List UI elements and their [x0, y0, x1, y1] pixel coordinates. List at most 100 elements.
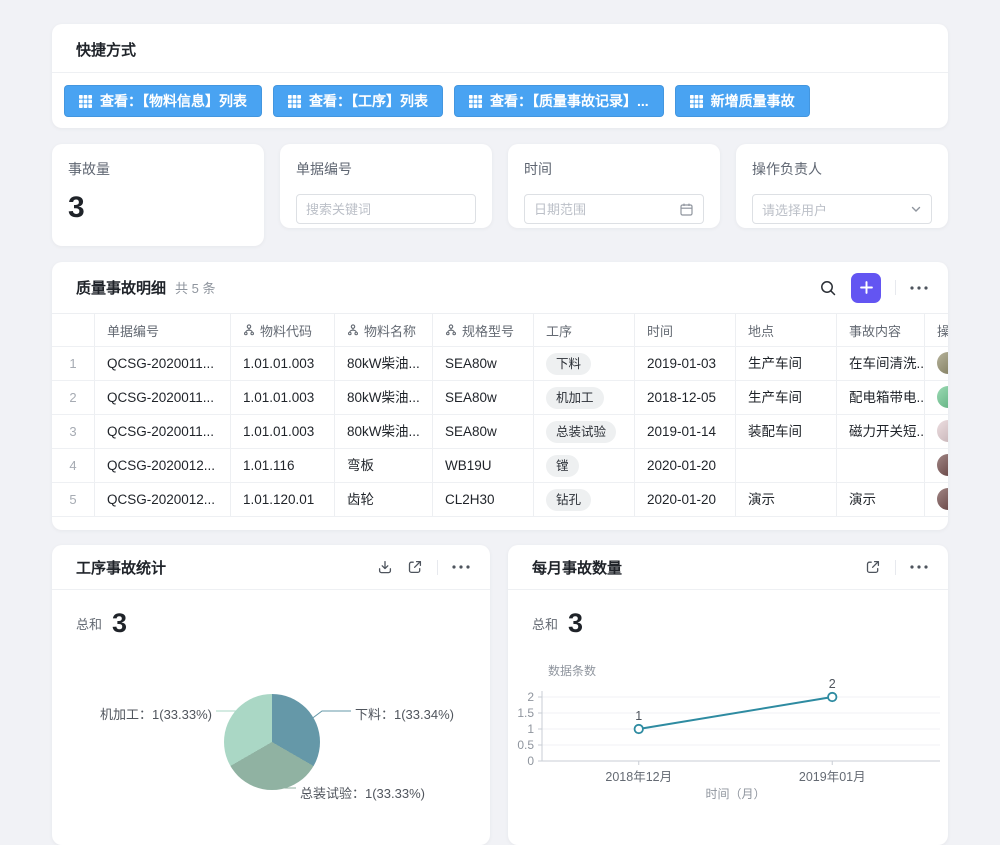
cell-material-code: 1.01.116: [231, 449, 335, 482]
calendar-icon: [679, 202, 694, 217]
sum-label: 总和: [76, 614, 102, 637]
table-head-row: 单据编号物料代码物料名称规格型号工序时间地点事故内容操作负责人: [52, 313, 948, 346]
more-icon[interactable]: [910, 565, 928, 569]
filter-card-operator: 操作负责人 请选择用户: [736, 144, 948, 228]
svg-text:0: 0: [527, 754, 534, 768]
cell-location: [736, 449, 837, 482]
accident-table: 单据编号物料代码物料名称规格型号工序时间地点事故内容操作负责人 1QCSG-20…: [52, 313, 948, 517]
open-in-new-icon[interactable]: [865, 559, 881, 575]
cell-location: 生产车间: [736, 381, 837, 414]
user-select[interactable]: 请选择用户: [752, 194, 932, 224]
cell-row-number: 2: [52, 381, 95, 414]
process-tag: 钻孔: [546, 489, 591, 511]
process-tag: 下料: [546, 353, 591, 375]
shortcut-button-label: 查看：【物料信息】列表: [100, 91, 247, 111]
cell-row-number: 1: [52, 347, 95, 380]
search-keyword-field[interactable]: [296, 194, 476, 224]
cell-location: 装配车间: [736, 415, 837, 448]
svg-text:1.5: 1.5: [517, 706, 534, 720]
date-range-field[interactable]: [524, 194, 704, 224]
record-count: 共 5 条: [175, 281, 215, 296]
open-in-new-icon[interactable]: [407, 559, 423, 575]
divider: [895, 280, 896, 295]
shortcut-button-2[interactable]: 查看：【工序】列表: [273, 85, 443, 117]
cell-material-name: 80kW柴油...: [335, 415, 433, 448]
svg-text:2: 2: [829, 677, 836, 691]
cell-material-name: 弯板: [335, 449, 433, 482]
cell-doc-no: QCSG-2020011...: [95, 347, 231, 380]
cell-row-number: 3: [52, 415, 95, 448]
table-row-2[interactable]: 2QCSG-2020011...1.01.01.00380kW柴油...SEA8…: [52, 380, 948, 414]
cell-content: 演示: [837, 483, 925, 516]
shortcut-button-label: 新增质量事故: [711, 91, 795, 111]
table-row-3[interactable]: 3QCSG-2020011...1.01.01.00380kW柴油...SEA8…: [52, 414, 948, 448]
cell-doc-no: QCSG-2020012...: [95, 449, 231, 482]
add-record-button[interactable]: [851, 273, 881, 303]
cell-process: 总装试验: [534, 415, 635, 448]
more-icon[interactable]: [910, 286, 928, 290]
cell-operator: [925, 483, 948, 516]
shortcut-button-1[interactable]: 查看：【物料信息】列表: [64, 85, 262, 117]
svg-text:1: 1: [635, 709, 642, 723]
filter-label: 操作负责人: [752, 159, 932, 179]
shortcut-button-3[interactable]: 查看：【质量事故记录】...: [454, 85, 664, 117]
process-tag: 机加工: [546, 387, 604, 409]
sum-value: 3: [112, 610, 127, 637]
cell-material-code: 1.01.01.003: [231, 415, 335, 448]
cell-process: 机加工: [534, 381, 635, 414]
monthly-count-card: 每月事故数量 总和 3 数据条数00.511.5212018年12月22019年…: [508, 545, 948, 845]
pie-label-left: 机加工：1(33.33%): [72, 704, 212, 723]
stat-card-accident-count: 事故量 3: [52, 144, 264, 246]
table-header-bar: 质量事故明细共 5 条: [52, 262, 948, 313]
pie-callout-right: [306, 711, 351, 723]
accident-detail-card: 质量事故明细共 5 条 单据编号物料代: [52, 262, 948, 530]
chart-title: 工序事故统计: [76, 557, 166, 578]
cell-date: 2019-01-14: [635, 415, 736, 448]
column-header: 事故内容: [837, 314, 925, 346]
cell-doc-no: QCSG-2020011...: [95, 381, 231, 414]
column-header: 地点: [736, 314, 837, 346]
filter-label: 单据编号: [296, 159, 476, 179]
table-body: 1QCSG-2020011...1.01.01.00380kW柴油...SEA8…: [52, 346, 948, 517]
chevron-down-icon: [910, 203, 922, 215]
user-select-placeholder: 请选择用户: [762, 200, 904, 219]
cell-date: 2019-01-03: [635, 347, 736, 380]
cell-spec: SEA80w: [433, 415, 534, 448]
cell-material-code: 1.01.120.01: [231, 483, 335, 516]
column-header: [52, 314, 95, 346]
cell-material-name: 80kW柴油...: [335, 381, 433, 414]
pie-callout-bottom: [285, 774, 296, 788]
cell-process: 钻孔: [534, 483, 635, 516]
more-icon[interactable]: [452, 565, 470, 569]
table-row-5[interactable]: 5QCSG-2020012...1.01.120.01齿轮CL2H30钻孔202…: [52, 482, 948, 517]
date-range-input[interactable]: [534, 202, 673, 217]
table-title-group: 质量事故明细共 5 条: [76, 277, 215, 298]
process-stats-card: 工序事故统计: [52, 545, 490, 845]
avatar: [937, 488, 948, 510]
avatar: [937, 352, 948, 374]
grid-icon: [469, 95, 482, 108]
column-header: 单据编号: [95, 314, 231, 346]
cell-material-code: 1.01.01.003: [231, 347, 335, 380]
cell-material-code: 1.01.01.003: [231, 381, 335, 414]
cell-doc-no: QCSG-2020011...: [95, 415, 231, 448]
column-header: 规格型号: [433, 314, 534, 346]
cell-content: 配电箱带电...: [837, 381, 925, 414]
lookup-field-icon: [243, 324, 255, 336]
table-row-1[interactable]: 1QCSG-2020011...1.01.01.00380kW柴油...SEA8…: [52, 346, 948, 380]
search-icon[interactable]: [819, 279, 837, 297]
cell-spec: CL2H30: [433, 483, 534, 516]
download-icon[interactable]: [377, 559, 393, 575]
cell-spec: SEA80w: [433, 347, 534, 380]
table-title: 质量事故明细: [76, 280, 166, 297]
cell-location: 演示: [736, 483, 837, 516]
table-row-4[interactable]: 4QCSG-2020012...1.01.116弯板WB19U镗2020-01-…: [52, 448, 948, 482]
grid-icon: [79, 95, 92, 108]
cell-content: [837, 449, 925, 482]
column-header: 工序: [534, 314, 635, 346]
y-axis-label: 数据条数: [548, 663, 596, 678]
cell-material-name: 齿轮: [335, 483, 433, 516]
shortcut-button-4[interactable]: 新增质量事故: [675, 85, 810, 117]
shortcuts-title: 快捷方式: [52, 24, 948, 73]
search-input[interactable]: [306, 202, 466, 217]
